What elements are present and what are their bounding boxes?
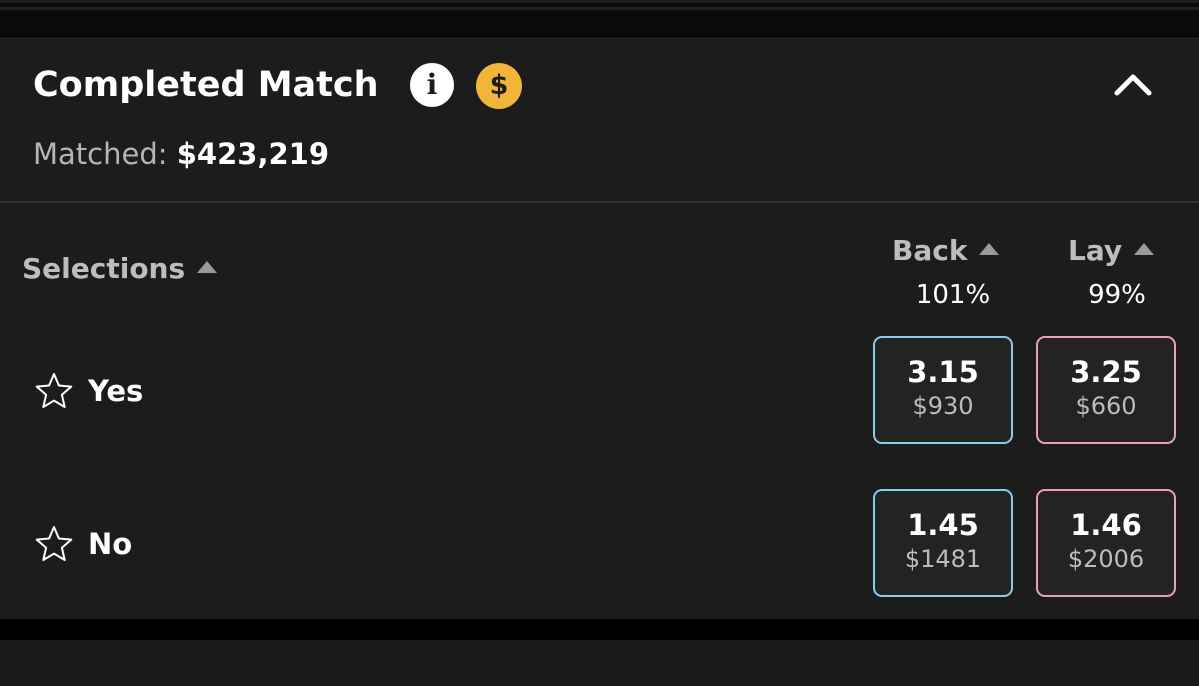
odds-price: 3.25: [1070, 355, 1142, 389]
matched-value: $423,219: [176, 137, 329, 171]
selections-label: Selections: [22, 252, 186, 285]
star-icon[interactable]: [34, 371, 74, 411]
matched-label: Matched:: [33, 137, 168, 171]
top-strip: [0, 0, 1199, 36]
market-header[interactable]: Completed Match i $ Matched: $423,219: [0, 37, 1199, 203]
matched-amount: Matched: $423,219: [33, 137, 329, 171]
odds-size: $1481: [904, 545, 982, 573]
odds-size: $660: [1075, 392, 1137, 420]
odds-price: 3.15: [907, 355, 979, 389]
lay-odds-button[interactable]: 3.25 $660: [1036, 336, 1176, 444]
odds-size: $2006: [1067, 545, 1145, 573]
market-panel: Completed Match i $ Matched: $423,219 Se…: [0, 37, 1199, 619]
back-book-percent: 101%: [915, 280, 991, 310]
sort-up-icon: [197, 261, 218, 273]
runner-name: No: [88, 527, 133, 561]
divider: [0, 0, 1199, 3]
lay-sort-header[interactable]: Lay: [1068, 234, 1155, 267]
runner-row-no: No: [34, 524, 132, 564]
lay-label: Lay: [1068, 234, 1123, 267]
lay-odds-button[interactable]: 1.46 $2006: [1036, 489, 1176, 597]
dollar-coin-icon[interactable]: $: [476, 63, 522, 109]
sort-up-icon: [979, 243, 1000, 255]
lay-book-percent: 99%: [1088, 280, 1146, 310]
runner-name: Yes: [88, 374, 144, 408]
info-icon[interactable]: i: [410, 63, 454, 107]
runner-row-yes: Yes: [34, 371, 143, 411]
back-odds-button[interactable]: 1.45 $1481: [873, 489, 1013, 597]
odds-price: 1.45: [907, 508, 979, 542]
chevron-up-icon[interactable]: [1112, 69, 1154, 99]
selections-sort-header[interactable]: Selections: [22, 252, 218, 285]
next-market-panel: [0, 640, 1199, 686]
sort-up-icon: [1134, 243, 1155, 255]
market-title: Completed Match: [33, 65, 379, 105]
back-label: Back: [892, 234, 968, 267]
odds-price: 1.46: [1070, 508, 1142, 542]
odds-size: $930: [912, 392, 974, 420]
divider: [0, 7, 1199, 10]
star-icon[interactable]: [34, 524, 74, 564]
back-sort-header[interactable]: Back: [892, 234, 1000, 267]
back-odds-button[interactable]: 3.15 $930: [873, 336, 1013, 444]
